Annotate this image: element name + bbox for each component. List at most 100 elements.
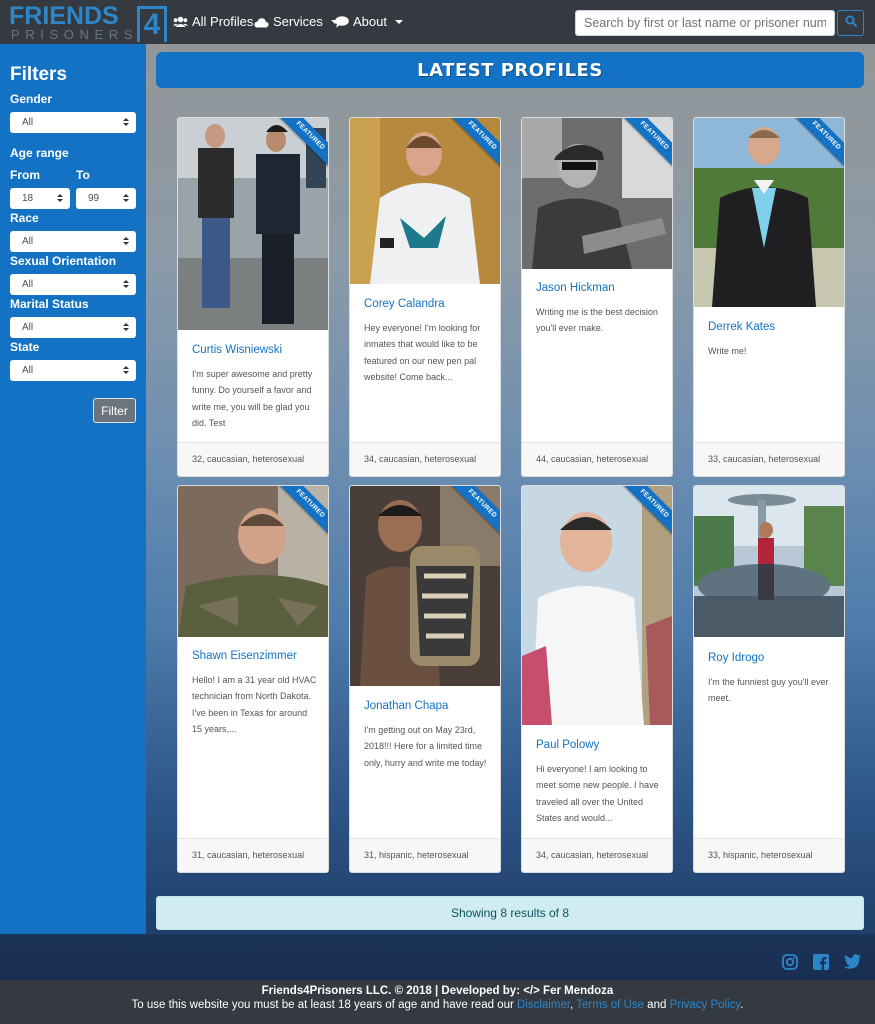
profile-description: Hi everyone! I am looking to meet some n… [536, 764, 659, 823]
page-title-text: Latest profiles [417, 59, 603, 81]
footer-terms-line: To use this website you must be at least… [0, 999, 875, 1011]
search-input[interactable] [575, 10, 835, 36]
nav-services-dropdown[interactable]: Services [254, 14, 339, 30]
profile-description: I'm the funniest guy you'll ever meet. [708, 677, 829, 704]
site-footer: Friends4Prisoners LLC. © 2018 | Develope… [0, 934, 875, 1024]
main-content: Latest profiles FEATURED Curtis Wisniews… [146, 44, 875, 934]
profile-card[interactable]: FEATURED Jonathan Chapa I'm getting out … [349, 485, 501, 873]
profile-name-link[interactable]: Paul Polowy [536, 739, 599, 751]
profile-card[interactable]: FEATURED Paul Polowy Hi everyone! I am l… [521, 485, 673, 873]
profile-name-link[interactable]: Derrek Kates [708, 321, 775, 333]
disclaimer-link[interactable]: Disclaimer [517, 999, 570, 1011]
profile-description: I'm getting out on May 23rd, 2018!!! Her… [364, 725, 487, 768]
chat-icon [335, 16, 349, 28]
nav-all-profiles-label: All Profiles [192, 14, 254, 29]
marital-select[interactable]: All [10, 317, 136, 338]
profile-name-link[interactable]: Jason Hickman [536, 282, 615, 294]
profile-photo[interactable]: FEATURED [350, 118, 500, 284]
nav-about-dropdown[interactable]: About [335, 14, 403, 30]
select-arrows-icon [123, 323, 129, 332]
state-select[interactable]: All [10, 360, 136, 381]
profile-name-link[interactable]: Roy Idrogo [708, 652, 764, 664]
instagram-icon[interactable] [782, 954, 798, 970]
footer-legal: Friends4Prisoners LLC. © 2018 | Develope… [0, 980, 875, 1024]
users-icon [173, 16, 188, 28]
profile-description: Write me! [708, 346, 747, 356]
facebook-icon[interactable] [813, 954, 829, 970]
footer-and: and [643, 999, 670, 1011]
profile-meta: 34, caucasian, heterosexual [350, 442, 500, 476]
navbar: FRIENDS 4 PRISONERS All Profiles Service… [0, 0, 875, 44]
profile-card[interactable]: FEATURED Corey Calandra Hey everyone! I'… [349, 117, 501, 477]
age-range-label: Age range [10, 146, 69, 160]
profile-description: Hello! I am a 31 year old HVAC technicia… [192, 675, 317, 734]
race-select[interactable]: All [10, 231, 136, 252]
profile-photo[interactable] [694, 486, 844, 637]
site-logo[interactable]: FRIENDS 4 PRISONERS [9, 4, 169, 42]
state-select-value: All [22, 365, 34, 376]
profile-card[interactable]: FEATURED Shawn Eisenzimmer Hello! I am a… [177, 485, 329, 873]
age-to-select[interactable]: 99 [76, 188, 136, 209]
profile-name-link[interactable]: Jonathan Chapa [364, 700, 448, 712]
profile-name-link[interactable]: Curtis Wisniewski [192, 344, 282, 356]
profile-photo[interactable]: FEATURED [350, 486, 500, 686]
search-icon [845, 14, 857, 32]
profile-photo[interactable]: FEATURED [178, 118, 328, 330]
profile-photo[interactable]: FEATURED [178, 486, 328, 637]
logo-text-prisoners: PRISONERS [11, 27, 138, 42]
search-button[interactable] [837, 10, 864, 36]
profile-photo[interactable]: FEATURED [522, 118, 672, 269]
profile-meta: 31, caucasian, heterosexual [178, 838, 328, 872]
profile-card[interactable]: FEATURED Curtis Wisniewski I'm super awe… [177, 117, 329, 477]
age-to-label: To [76, 168, 90, 182]
orientation-select[interactable]: All [10, 274, 136, 295]
nav-all-profiles[interactable]: All Profiles [173, 14, 253, 30]
privacy-policy-link[interactable]: Privacy Policy [670, 999, 741, 1011]
race-label: Race [10, 211, 39, 225]
profile-photo[interactable]: FEATURED [694, 118, 844, 307]
profile-photo[interactable]: FEATURED [522, 486, 672, 725]
age-to-value: 99 [88, 193, 100, 204]
age-from-value: 18 [22, 193, 34, 204]
logo-four: 4 [137, 6, 167, 42]
profile-meta: 31, hispanic, heterosexual [350, 838, 500, 872]
marital-select-value: All [22, 322, 34, 333]
profile-name-link[interactable]: Corey Calandra [364, 298, 445, 310]
cloud-icon [254, 17, 269, 28]
chevron-down-icon [394, 20, 403, 24]
profile-meta: 33, caucasian, heterosexual [694, 442, 844, 476]
results-count-alert: Showing 8 results of 8 [156, 896, 864, 930]
profile-card[interactable]: FEATURED Jason Hickman Writing me is the… [521, 117, 673, 477]
filter-button[interactable]: Filter [93, 398, 136, 423]
filters-title: Filters [10, 64, 68, 85]
gender-label: Gender [10, 92, 53, 106]
profile-meta: 44, caucasian, heterosexual [522, 442, 672, 476]
profile-card[interactable]: FEATURED Derrek Kates Write me! 33, cauc… [693, 117, 845, 477]
marital-label: Marital Status [10, 297, 89, 311]
profile-description: I'm super awesome and pretty funny. Do y… [192, 369, 313, 428]
profile-card[interactable]: Roy Idrogo I'm the funniest guy you'll e… [693, 485, 845, 873]
select-arrows-icon [57, 194, 63, 203]
race-select-value: All [22, 236, 34, 247]
orientation-label: Sexual Orientation [10, 254, 117, 268]
gender-select-value: All [22, 117, 34, 128]
logo-text-friends: FRIENDS [9, 2, 119, 30]
nav-about-label: About [353, 14, 387, 29]
filters-sidebar: Filters Gender All Age range From To 18 … [0, 44, 146, 934]
select-arrows-icon [123, 194, 129, 203]
profile-meta: 34, caucasian, heterosexual [522, 838, 672, 872]
age-from-select[interactable]: 18 [10, 188, 70, 209]
profile-meta: 33, hispanic, heterosexual [694, 838, 844, 872]
select-arrows-icon [123, 280, 129, 289]
age-from-label: From [10, 168, 40, 182]
terms-of-use-link[interactable]: Terms of Use [576, 999, 644, 1011]
state-label: State [10, 340, 40, 354]
gender-select[interactable]: All [10, 112, 136, 133]
select-arrows-icon [123, 237, 129, 246]
orientation-select-value: All [22, 279, 34, 290]
select-arrows-icon [123, 366, 129, 375]
profile-name-link[interactable]: Shawn Eisenzimmer [192, 650, 297, 662]
twitter-icon[interactable] [844, 954, 861, 970]
footer-end: . [740, 999, 744, 1011]
profile-description: Hey everyone! I'm looking for inmates th… [364, 323, 481, 382]
